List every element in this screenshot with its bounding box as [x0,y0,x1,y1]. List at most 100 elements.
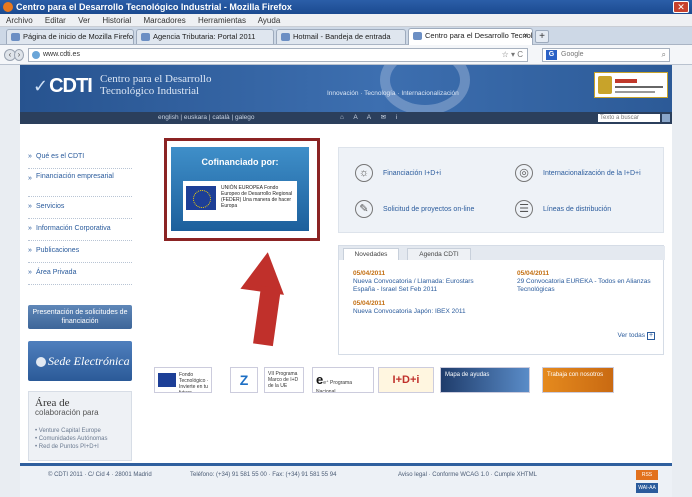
link-internacionalizacion[interactable]: ◎ Internacionalización de la I+D+i [515,162,641,186]
area-colaboracion[interactable]: Área de colaboración para • Venture Capi… [28,391,132,461]
programa-marco-logo[interactable]: VII Programa Marco de I+D de la UE [264,367,304,393]
area-subtitle: colaboración para [35,408,99,417]
tab-firefox-start[interactable]: Página de inicio de Mozilla Firefox [6,29,134,44]
sidebar: Qué es el CDTI Financiación empresarial … [28,147,132,461]
coat-of-arms-icon [598,76,612,94]
window-titlebar: Centro para el Desarrollo Tecnológico In… [0,0,692,14]
globe-icon: ◎ [515,164,533,182]
tab-hotmail[interactable]: Hotmail - Bandeja de entrada [276,29,406,44]
news-link[interactable]: Nueva Convocatoria / Llamada: Eurostars … [353,278,483,294]
link-solicitud-online[interactable]: ✎ Solicitud de proyectos on-line [355,198,474,222]
menu-historial[interactable]: Historial [102,16,131,25]
site-subnav: english | euskara | català | galego ⌂ A … [20,112,672,124]
tab-cdti[interactable]: Centro para el Desarrollo Tecnológico In… [408,28,533,45]
window-title: Centro para el Desarrollo Tecnológico In… [16,2,292,12]
new-tab-button[interactable]: + [535,30,549,43]
tab-label: Agencia Tributaria: Portal 2011 [153,32,256,41]
news-tabs: Novedades Agenda CDTI [339,246,665,260]
mapa-ayudas-logo[interactable]: Mapa de ayudas [440,367,530,393]
footer-legal-links[interactable]: Aviso legal · Conforme WCAG 1.0 · Cumple… [398,472,548,479]
sidebar-item-que-es[interactable]: Qué es el CDTI [28,147,132,169]
logo-bar [615,86,663,88]
logo-bar [615,79,637,83]
menu-herramientas[interactable]: Herramientas [198,16,246,25]
sede-electronica-button[interactable]: Sede Electrónica [28,341,132,381]
footer-contact: Teléfono: (+34) 91 581 55 00 · Fax: (+34… [190,472,337,478]
logo-bar [615,91,655,93]
page-icon [281,33,290,41]
menu-editar[interactable]: Editar [45,16,66,25]
wai-badge[interactable]: WAI-AA [636,483,658,493]
window-close-button[interactable]: ✕ [673,1,689,13]
promo-box: UNIÓN EUROPEA Fondo Europeo de Desarroll… [183,181,297,221]
navigation-bar: ‹ › www.cdti.es ☆ ▾ C G Google ⌕ [0,45,692,65]
site-banner: ✓ CDTI Centro para el Desarrollo Tecnológ… [20,65,672,115]
cdti-logo[interactable]: ✓ CDTI [33,75,93,98]
plus-icon: + [647,332,655,340]
menu-bar: Archivo Editar Ver Historial Marcadores … [0,14,692,27]
site-tagline: Centro para el Desarrollo Tecnológico In… [100,73,212,97]
trabaja-logo[interactable]: Trabaja con nosotros [542,367,614,393]
red-arrow-annotation [240,249,290,347]
banner-strip-text: Innovación · Tecnología · Internacionali… [327,90,459,97]
search-icon[interactable]: ⌕ [662,49,666,61]
menu-ver[interactable]: Ver [78,16,90,25]
eu-feder-logo[interactable]: Fondo Tecnológico · Invierte en tu futur… [154,367,212,393]
quick-access-panel: ☼ Financiación I+D+i ◎ Internacionalizac… [338,147,664,233]
accessibility-tools[interactable]: ⌂ A A ✉ i [340,112,401,124]
news-date: 05/04/2011 [353,270,386,277]
sidebar-item-financiacion[interactable]: Financiación empresarial [28,169,132,197]
eu-flag-icon [186,186,216,210]
link-financiacion[interactable]: ☼ Financiación I+D+i [355,162,441,186]
arrow-shaft [253,285,281,347]
sidebar-item-publicaciones[interactable]: Publicaciones [28,241,132,263]
ministerio-logo[interactable] [594,72,668,98]
site-identity-icon [32,51,40,59]
search-placeholder: Google [561,51,584,58]
sede-icon [36,357,46,368]
logo-text: CDTI [49,75,93,97]
sidebar-item-servicios[interactable]: Servicios [28,197,132,219]
sidebar-item-informacion[interactable]: Información Corporativa [28,219,132,241]
tab-close-icon[interactable]: × [523,29,528,43]
site-search-button[interactable] [662,114,670,122]
news-link[interactable]: Nueva Convocatoria Japón: IBEX 2011 [353,308,483,316]
solicitudes-button[interactable]: Presentación de solicitudes de financiac… [28,305,132,329]
language-links[interactable]: english | euskara | català | galego [158,112,255,124]
menu-archivo[interactable]: Archivo [6,16,33,25]
logo-mark-icon: ✓ [33,76,48,96]
bookmark-star-icon[interactable]: ☆ ▾ C [502,49,523,61]
idi-logo[interactable]: I+D+i [378,367,434,393]
ministerio-logo[interactable]: Z [230,367,258,393]
url-bar[interactable]: www.cdti.es ☆ ▾ C [28,48,528,62]
news-column-left: 05/04/2011 Nueva Convocatoria / Llamada:… [353,270,483,316]
list-icon: ☰ [515,200,533,218]
tab-agenda[interactable]: Agenda CDTI [407,248,471,260]
e-plus-logo[interactable]: ee⁺ Programa Nacional [312,367,374,393]
ver-todas-link[interactable]: Ver todas + [618,332,655,340]
news-link[interactable]: 29 Convocatoria EUREKA - Todos en Alianz… [517,278,653,294]
sede-label: Sede Electrónica [48,354,130,368]
menu-marcadores[interactable]: Marcadores [143,16,185,25]
feder-promo-banner[interactable]: Cofinanciado por: UNIÓN EUROPEA Fondo Eu… [171,147,309,231]
news-column-right: 05/04/2011 29 Convocatoria EUREKA - Todo… [517,270,653,294]
link-lineas-distribucion[interactable]: ☰ Líneas de distribución [515,198,611,222]
site-search-input[interactable]: Texto a buscar [598,114,660,122]
forward-button[interactable]: › [14,49,24,61]
area-title: Área de [35,397,70,409]
tab-novedades[interactable]: Novedades [343,248,399,260]
menu-ayuda[interactable]: Ayuda [258,16,281,25]
tab-agencia-tributaria[interactable]: Agencia Tributaria: Portal 2011 [136,29,274,44]
tab-bar: Página de inicio de Mozilla Firefox Agen… [0,27,692,45]
ver-todas-label: Ver todas [617,332,645,339]
partner-logos: Fondo Tecnológico · Invierte en tu futur… [154,367,624,393]
browser-search-input[interactable]: G Google ⌕ [542,48,670,62]
news-date: 05/04/2011 [517,270,550,277]
google-icon: G [546,50,557,60]
tab-label: Hotmail - Bandeja de entrada [293,32,391,41]
area-links[interactable]: • Venture Capital Europe • Comunidades A… [35,427,125,451]
rss-badge[interactable]: RSS [636,470,658,480]
page-icon [141,33,150,41]
sidebar-item-area-privada[interactable]: Área Privada [28,263,132,285]
site-footer: © CDTI 2011 · C/ Cid 4 · 28001 Madrid Te… [20,463,672,497]
